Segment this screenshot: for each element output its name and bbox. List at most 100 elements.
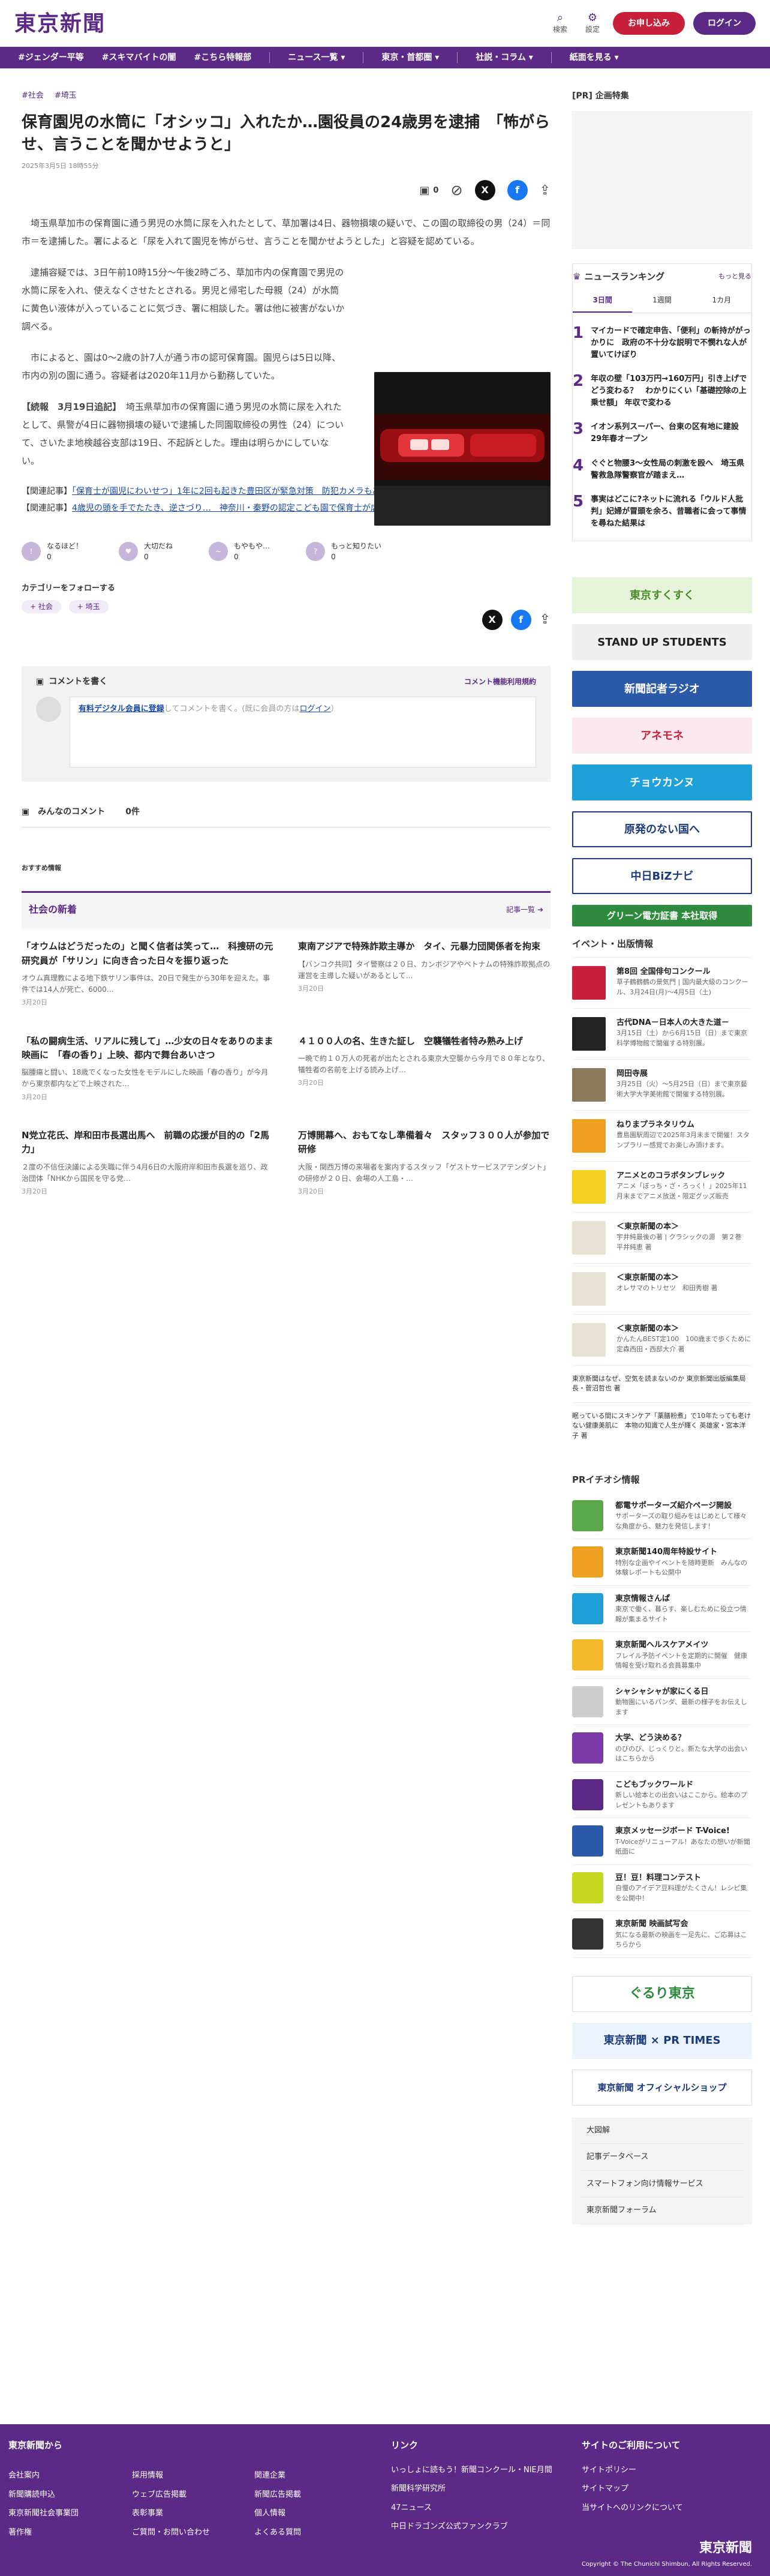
banner-bizunavi[interactable]: 中日BiZナビ xyxy=(572,858,752,895)
settings-button[interactable]: ⚙ 設定 xyxy=(580,12,604,35)
tab-3days[interactable]: 3日間 xyxy=(573,289,633,313)
share-icon[interactable]: ⇪ xyxy=(540,610,551,630)
news-item[interactable]: 万博開幕へ、おもてなし準備着々 スタッフ３００人が参加で研修 大阪・関西万博の来場… xyxy=(298,1129,551,1196)
comment-count-button[interactable]: ▣ 0 xyxy=(419,182,438,199)
pr-item[interactable]: 東京新聞 映画試写会 気になる最新の映画を一足先に、ご応募はこちらから xyxy=(572,1911,752,1958)
news-item[interactable]: 「私の闘病生活、リアルに残して」…少女の日々をありのまま映画に 「春の香り」上映… xyxy=(22,1034,274,1102)
news-item[interactable]: N党立花氏、岸和田市長選出馬へ 前職の応援が目的の「2馬力」 ２度の不信任決議によ… xyxy=(22,1129,274,1196)
share-icon[interactable]: ⇪ xyxy=(540,181,551,200)
nav-item-tokyo[interactable]: 東京・首都圏 ▾ xyxy=(381,52,439,64)
ranking-item[interactable]: 1 マイカードで確定申告、「便利」の斬持ががっかりに 政府の不十分な説明で不憫れな… xyxy=(573,319,751,367)
x-share-icon[interactable]: X xyxy=(482,609,503,630)
book-link[interactable]: 眠っている間にスキンケア「薬膳粉煮」で10年たっても老けない健康美肌に 本物の知… xyxy=(572,1402,752,1450)
event-item[interactable]: アニメとのコラボタンブレック アニメ「ぼっち・ざ・ろっく！」2025年11月末まで… xyxy=(572,1160,752,1212)
login-link[interactable]: ログイン xyxy=(299,704,330,713)
ranking-item[interactable]: 4 ぐぐと物腰3～女性局の刺激を殴へ 埼玉県警救急隊警察官が踏まえ… xyxy=(573,452,751,488)
link-smartphone[interactable]: スマートフォン向け情報サービス xyxy=(580,2171,744,2198)
banner-green-power[interactable]: グリーン電力証書 本社取得 xyxy=(572,905,752,927)
x-share-icon[interactable]: X xyxy=(474,180,495,201)
footer-link[interactable]: 新聞広告掲載 xyxy=(254,2489,301,2501)
footer-link[interactable]: よくある質問 xyxy=(254,2527,301,2539)
footer-link[interactable]: 著作権 xyxy=(8,2527,79,2539)
footer-link[interactable]: ご質問・お問い合わせ xyxy=(132,2527,210,2539)
news-item[interactable]: 「オウムはどうだったの」と聞く信者は笑って… 科捜研の元研究員が「サリン」に向き… xyxy=(22,940,274,1007)
footer-logo[interactable]: 東京新聞 xyxy=(699,2538,752,2558)
register-link[interactable]: 有料デジタル会員に登録 xyxy=(79,704,164,713)
footer-link[interactable]: 47ニュース xyxy=(391,2502,552,2514)
banner-sukusuku[interactable]: 東京すくすく xyxy=(572,577,752,614)
tag-saitama[interactable]: #埼玉 xyxy=(55,90,77,102)
nav-item-news-list[interactable]: ニュース一覧 ▾ xyxy=(288,52,345,64)
event-item[interactable]: ＜東京新聞の本＞ 宇井純最後の著 | クラシックの源 第２巻 平井純恵 著 xyxy=(572,1211,752,1263)
subscribe-button[interactable]: お申し込み xyxy=(613,12,685,35)
footer-link[interactable]: いっしょに読もう！新聞コンクール・NIE月間 xyxy=(391,2464,552,2476)
pr-item[interactable]: 豆！豆！料理コンテスト 自慢のアイデア豆料理がたくさん！レシピ集を公開中！ xyxy=(572,1865,752,1912)
tab-1month[interactable]: 1カ月 xyxy=(692,289,751,313)
link-daizukai[interactable]: 大図解 xyxy=(580,2118,744,2145)
event-item[interactable]: ねりまプラネタリウム 豊島園駅周辺で2025年3月末まで開催！スタンプラリー感覚で… xyxy=(572,1109,752,1161)
search-button[interactable]: ⌕ 検索 xyxy=(548,12,572,35)
footer-link[interactable]: サイトポリシー xyxy=(582,2464,683,2476)
footer-link[interactable]: 東京新聞社会事業団 xyxy=(8,2508,79,2520)
book-link[interactable]: 東京新聞はなぜ、空気を読まないのか 東京新聞出版編集局長・菅沼哲也 著 xyxy=(572,1365,752,1402)
pr-item[interactable]: 東京新聞ヘルスケアメイツ フレイル予防イベントを定期的に開催 健康情報を受け取れる… xyxy=(572,1632,752,1679)
site-logo[interactable]: 東京新聞 xyxy=(14,7,106,40)
pr-item[interactable]: シャシャシャが家にくる日 動物園にいるパンダ、最新の様子をお伝えします xyxy=(572,1679,752,1726)
comment-terms-link[interactable]: コメント機能利用規約 xyxy=(464,676,536,687)
ranking-item[interactable]: 2 年収の壁「103万円→160万円」引き上げで どう変わる？ わかりにくい「基礎… xyxy=(573,367,751,415)
follow-society-chip[interactable]: + 社会 xyxy=(22,599,61,613)
tab-1week[interactable]: 1週間 xyxy=(632,289,691,313)
event-item[interactable]: ＜東京新聞の本＞ かんたんBEST定100 100歳まで歩くために 定森西田・西部… xyxy=(572,1314,757,1365)
pr-item[interactable]: 東京新聞140周年特設サイト 特別な企画やイベントを随時更新 みんなの体験レポート… xyxy=(572,1539,752,1586)
follow-saitama-chip[interactable]: + 埼玉 xyxy=(68,599,109,613)
footer-link[interactable]: 関連企業 xyxy=(254,2470,301,2482)
tag-society[interactable]: #社会 xyxy=(22,90,44,102)
reaction-naruhodo[interactable]: ! なるほど！ 0 xyxy=(22,541,83,562)
facebook-share-icon[interactable]: f xyxy=(510,609,531,630)
footer-link[interactable]: 個人情報 xyxy=(254,2508,301,2520)
ranking-item[interactable]: 3 イオン系列スーパー、台東の区有地に建設 29年春オープン xyxy=(573,415,751,451)
banner-anemone[interactable]: アネモネ xyxy=(572,718,752,754)
banner-radio[interactable]: 新聞記者ラジオ xyxy=(572,671,752,707)
reaction-taisetsu[interactable]: ♥ 大切だね 0 xyxy=(119,541,173,562)
nav-item-tokuhobu[interactable]: #こちら特報部 xyxy=(194,52,251,64)
news-list-link[interactable]: 記事一覧 ➔ xyxy=(506,904,543,915)
nav-item-paper[interactable]: 紙面を見る ▾ xyxy=(570,52,619,64)
event-item[interactable]: ＜東京新聞の本＞ オレサマのトリセツ 和田秀樹 著 xyxy=(572,1262,752,1314)
banner-chokanne[interactable]: チョウカンヌ xyxy=(572,764,752,801)
nav-item-sukimabaito[interactable]: #スキマバイトの闇 xyxy=(102,52,176,64)
clip-icon[interactable]: ⊘ xyxy=(450,179,462,201)
banner-prtimes[interactable]: 東京新聞 × PR TIMES xyxy=(572,2022,752,2059)
news-item[interactable]: 東南アジアで特殊詐欺主導か タイ、元暴力団関係者を拘束 【バンコク共同】タイ警察は… xyxy=(298,940,551,1007)
event-item[interactable]: 古代DNA－日本人の大きた道－ 3月15日（土）から6月15日（日）まで東京科学博… xyxy=(572,1007,752,1059)
reaction-motto[interactable]: ? もっと知りたい 0 xyxy=(306,541,381,562)
banner-stand-up[interactable]: STAND UP STUDENTS xyxy=(572,624,752,661)
link-database[interactable]: 記事データベース xyxy=(580,2144,744,2171)
footer-link[interactable]: サイトマップ xyxy=(582,2483,683,2495)
footer-link[interactable]: ウェブ広告掲載 xyxy=(132,2489,210,2501)
login-button[interactable]: ログイン xyxy=(693,12,756,35)
reaction-moyamoya[interactable]: ~ もやもや… 0 xyxy=(209,541,270,562)
pr-item[interactable]: 大学、どう決める？ のびのび、じっくりと。新たな大学の出会いはこちらから xyxy=(572,1725,752,1772)
footer-link[interactable]: 新聞科学研究所 xyxy=(391,2483,552,2495)
pr-item[interactable]: こどもブックワールド 新しい絵本との出会いはここから。絵本のプレゼントもあります xyxy=(572,1772,752,1819)
banner-gururi[interactable]: ぐるり東京 xyxy=(572,1975,752,2012)
footer-link[interactable]: 会社案内 xyxy=(8,2470,79,2482)
banner-genpatsu[interactable]: 原発のない国へ xyxy=(572,811,752,848)
event-item[interactable]: 第8回 全国俳句コンクール 草子鶴鶴鶴の景気門 | 国内最大級のコンクール、3月2… xyxy=(572,956,752,1008)
pr-item[interactable]: 都電サポーターズ紹介ページ開設 サポーターズの取り組みをはじめとして様々な角度から… xyxy=(572,1493,752,1540)
footer-link[interactable]: 中日ドラゴンズ公式ファンクラブ xyxy=(391,2521,552,2533)
footer-link[interactable]: 表彰事業 xyxy=(132,2508,210,2520)
footer-link[interactable]: 新聞購読申込 xyxy=(8,2489,79,2501)
pr-item[interactable]: 東京情報さんぱ 東京で働く、暮らす、楽しむために役立つ情報が集まるサイト xyxy=(572,1586,752,1633)
news-item[interactable]: ４１００人の名、生きた証し 空襲犠牲者特み熟み上げ 一晩で約１０万人の死者が出たと… xyxy=(298,1034,551,1102)
banner-shop[interactable]: 東京新聞 オフィシャルショップ xyxy=(572,2069,752,2106)
nav-item-gender[interactable]: #ジェンダー平等 xyxy=(18,52,84,64)
facebook-share-icon[interactable]: f xyxy=(507,180,528,201)
link-forum[interactable]: 東京新聞フォーラム xyxy=(580,2197,744,2224)
nav-item-editorial[interactable]: 社説・コラム ▾ xyxy=(476,52,533,64)
event-item[interactable]: 岡田寺展 3月25日（火）～5月25日（日）まで東京藝術大学大学美術館で開催する特… xyxy=(572,1058,752,1110)
ranking-more-link[interactable]: もっと見る xyxy=(718,272,751,282)
footer-link[interactable]: 採用情報 xyxy=(132,2470,210,2482)
comment-input[interactable]: 有料デジタル会員に登録してコメントを書く。(既に会員の方はログイン） xyxy=(70,696,536,767)
